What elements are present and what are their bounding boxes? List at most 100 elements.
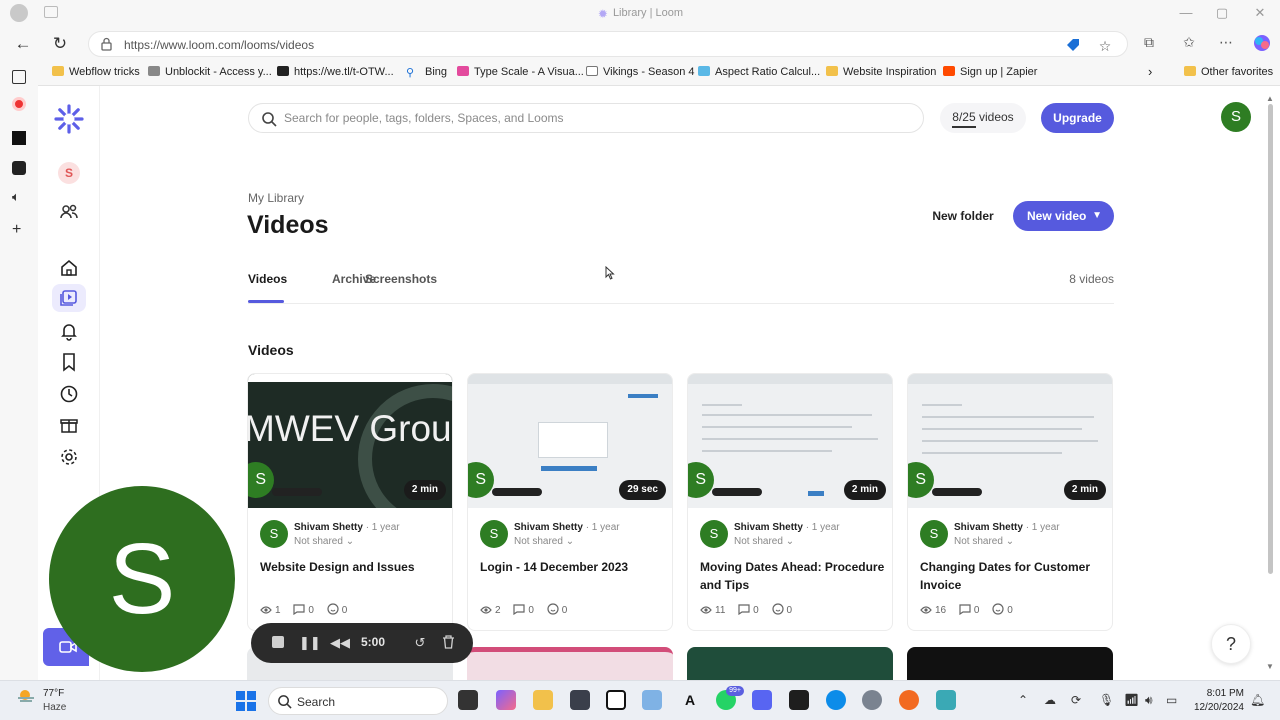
- video-title[interactable]: Website Design and Issues: [260, 558, 446, 576]
- video-thumbnail[interactable]: S 2 min: [688, 374, 892, 508]
- more-icon[interactable]: ⋯: [1217, 34, 1235, 51]
- author-avatar[interactable]: S: [480, 520, 508, 548]
- maximize-icon[interactable]: ▢: [1212, 5, 1232, 21]
- author-avatar[interactable]: S: [260, 520, 288, 548]
- back-icon[interactable]: ←: [13, 34, 33, 54]
- scroll-down-icon[interactable]: ▼: [1266, 662, 1274, 671]
- record-icon[interactable]: [12, 97, 26, 111]
- discord-icon[interactable]: [752, 690, 772, 710]
- app-icon[interactable]: [936, 690, 956, 710]
- volume-icon[interactable]: 🔊︎: [1145, 693, 1153, 708]
- copilot-icon[interactable]: [1253, 34, 1271, 52]
- sync-icon[interactable]: ⟳: [1071, 693, 1081, 707]
- notion-icon[interactable]: [606, 690, 626, 710]
- sharing-status[interactable]: Not shared ⌄: [954, 536, 1014, 547]
- favorites-icon[interactable]: ✩: [1180, 34, 1198, 51]
- figma-app-icon[interactable]: [789, 690, 809, 710]
- scroll-up-icon[interactable]: ▲: [1266, 94, 1274, 103]
- gear-icon[interactable]: [59, 447, 79, 467]
- task-view-icon[interactable]: [458, 690, 478, 710]
- taskbar-search[interactable]: Search: [268, 687, 448, 715]
- clock-icon[interactable]: [59, 384, 79, 404]
- sharing-status[interactable]: Not shared ⌄: [294, 536, 354, 547]
- home-icon[interactable]: [59, 258, 79, 278]
- gift-icon[interactable]: [59, 415, 79, 435]
- tab-screenshots[interactable]: Screenshots: [365, 272, 437, 286]
- tag-icon[interactable]: [1065, 37, 1081, 53]
- video-card[interactable]: S 2 min S Shivam Shetty · 1 year Not sha…: [907, 373, 1113, 631]
- pause-icon[interactable]: ❚❚: [299, 633, 321, 653]
- settings-app-icon[interactable]: [862, 690, 882, 710]
- more-bookmarks-icon[interactable]: ›: [1148, 64, 1152, 79]
- tabs-icon[interactable]: [12, 70, 26, 84]
- cloud-icon[interactable]: ☁: [1044, 693, 1056, 707]
- app-icon[interactable]: [570, 690, 590, 710]
- bookmark-item[interactable]: Website Inspiration: [826, 66, 936, 78]
- video-card[interactable]: S 29 sec S Shivam Shetty · 1 year Not sh…: [467, 373, 673, 631]
- user-avatar[interactable]: S: [1221, 102, 1251, 132]
- video-thumbnail[interactable]: S 29 sec: [468, 374, 672, 508]
- file-explorer-icon[interactable]: [533, 690, 553, 710]
- notification-bell-icon[interactable]: 🔔︎: [1250, 693, 1265, 707]
- video-title[interactable]: Changing Dates for Customer Invoice: [920, 558, 1106, 594]
- video-thumbnail[interactable]: MWEV Group S 2 min: [248, 374, 452, 508]
- breadcrumb[interactable]: My Library: [248, 191, 304, 205]
- bookmark-item[interactable]: Aspect Ratio Calcul...: [698, 66, 820, 78]
- library-icon[interactable]: [59, 288, 79, 308]
- address-bar[interactable]: https://www.loom.com/looms/videos ☆: [88, 31, 1128, 57]
- app-icon[interactable]: [899, 690, 919, 710]
- other-favorites[interactable]: Other favorites: [1184, 66, 1273, 78]
- bookmark-item[interactable]: Sign up | Zapier: [943, 66, 1037, 78]
- bookmark-item[interactable]: ⚲ Bing: [406, 66, 447, 79]
- add-icon[interactable]: +: [12, 222, 26, 238]
- video-card[interactable]: MWEV Group S 2 min S Shivam Shetty · 1 y…: [247, 373, 453, 631]
- snipping-tool-icon[interactable]: [642, 690, 662, 710]
- loom-logo-icon[interactable]: [54, 104, 84, 134]
- sharing-status[interactable]: Not shared ⌄: [514, 536, 574, 547]
- video-card[interactable]: S 2 min S Shivam Shetty · 1 year Not sha…: [687, 373, 893, 631]
- bookmark-item[interactable]: Vikings - Season 4: [586, 66, 695, 78]
- bookmark-item[interactable]: Unblockit - Access y...: [148, 66, 272, 78]
- video-title[interactable]: Login - 14 December 2023: [480, 558, 666, 576]
- author-avatar[interactable]: S: [700, 520, 728, 548]
- system-clock[interactable]: 8:01 PM 12/20/2024: [1188, 687, 1244, 715]
- delete-icon[interactable]: [438, 633, 458, 653]
- wifi-icon[interactable]: 📶︎: [1124, 693, 1139, 707]
- video-quota-badge[interactable]: 8/25 videos: [940, 103, 1026, 133]
- scrollbar-thumb[interactable]: [1268, 104, 1273, 574]
- author-avatar[interactable]: S: [920, 520, 948, 548]
- rewind-icon[interactable]: ◀◀: [330, 633, 350, 653]
- speaker-icon[interactable]: 🔈︎: [12, 190, 26, 204]
- video-thumbnail[interactable]: S 2 min: [908, 374, 1112, 508]
- new-video-button[interactable]: New video ▼: [1013, 201, 1114, 231]
- font-app-icon[interactable]: A: [680, 690, 700, 710]
- close-icon[interactable]: ✕: [1250, 5, 1270, 21]
- tab-videos[interactable]: Videos: [248, 272, 287, 286]
- bookmark-icon[interactable]: [59, 352, 79, 372]
- workspace-avatar[interactable]: S: [58, 162, 80, 184]
- help-button[interactable]: ?: [1211, 624, 1251, 664]
- new-folder-button[interactable]: New folder: [920, 201, 1006, 231]
- copilot-app-icon[interactable]: [496, 690, 516, 710]
- extensions-icon[interactable]: ⧉: [1140, 34, 1158, 51]
- refresh-icon[interactable]: ↻: [50, 34, 70, 54]
- camera-bubble[interactable]: S: [49, 486, 235, 672]
- app-icon[interactable]: [12, 131, 26, 145]
- video-title[interactable]: Moving Dates Ahead: Procedure and Tips: [700, 558, 886, 594]
- figma-icon[interactable]: [12, 161, 26, 175]
- favorite-star-icon[interactable]: ☆: [1096, 38, 1114, 55]
- page-scrollbar[interactable]: ▲ ▼: [1266, 94, 1275, 674]
- minimize-icon[interactable]: —: [1176, 5, 1196, 20]
- stop-icon[interactable]: [268, 633, 288, 653]
- search-input[interactable]: [284, 108, 904, 128]
- show-hidden-icons[interactable]: ⌃: [1018, 693, 1028, 707]
- whatsapp-icon[interactable]: 99+: [716, 686, 744, 710]
- upgrade-button[interactable]: Upgrade: [1041, 103, 1114, 133]
- bell-icon[interactable]: [59, 321, 79, 341]
- battery-icon[interactable]: ▭: [1166, 693, 1177, 707]
- people-icon[interactable]: [59, 202, 79, 222]
- restart-icon[interactable]: ↺: [410, 633, 430, 653]
- windows-start-icon[interactable]: [236, 691, 256, 711]
- bookmark-item[interactable]: Webflow tricks: [52, 66, 140, 78]
- microphone-icon[interactable]: 🎙︎: [1099, 693, 1114, 707]
